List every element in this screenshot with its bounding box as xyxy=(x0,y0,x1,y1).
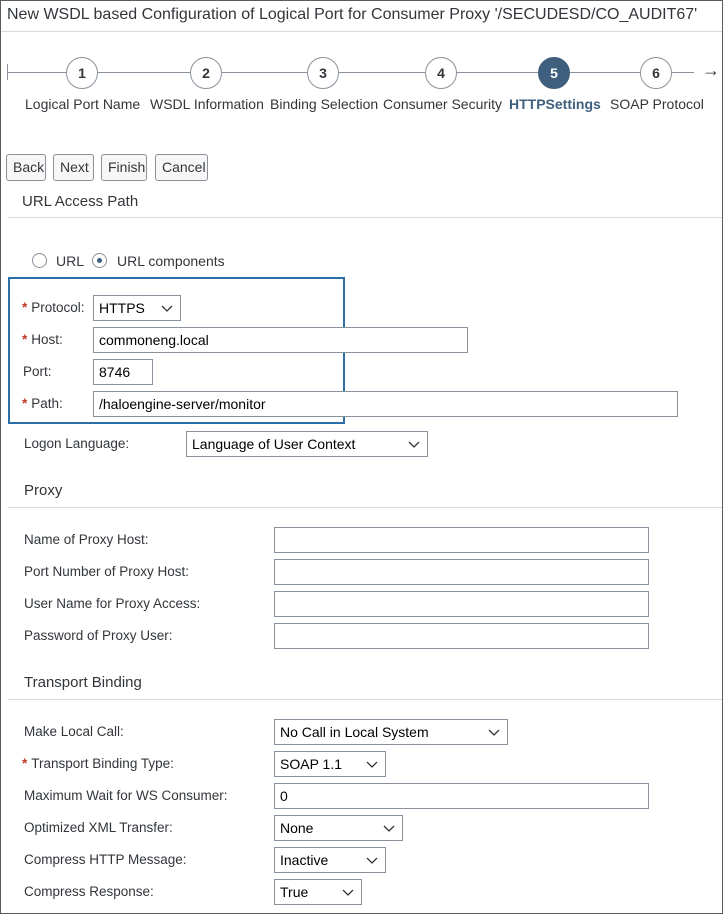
chevron-down-icon xyxy=(383,825,395,832)
compress-http-label: Compress HTTP Message: xyxy=(24,852,187,867)
radio-url-label[interactable]: URL xyxy=(56,253,84,269)
proxy-host-input[interactable] xyxy=(274,527,649,553)
window-title: New WSDL based Configuration of Logical … xyxy=(7,6,698,23)
required-marker: * xyxy=(22,300,28,315)
protocol-label: * Protocol: xyxy=(22,300,85,315)
protocol-label-text: Protocol: xyxy=(31,300,85,315)
roadmap-line xyxy=(339,72,425,73)
binding-type-label: * Transport Binding Type: xyxy=(22,756,174,771)
title-divider xyxy=(1,31,722,32)
proxy-port-input[interactable] xyxy=(274,559,649,585)
wizard-step-5[interactable]: 5 xyxy=(538,57,570,89)
logon-language-label: Logon Language: xyxy=(24,436,130,451)
chevron-down-icon xyxy=(342,889,354,896)
radio-url-components-label[interactable]: URL components xyxy=(117,253,225,269)
compress-http-value: Inactive xyxy=(280,852,329,868)
chevron-down-icon xyxy=(366,761,378,768)
host-label: * Host: xyxy=(22,332,63,347)
max-wait-input[interactable]: 0 xyxy=(274,783,649,809)
radio-url-components[interactable] xyxy=(92,253,107,268)
compress-response-select[interactable]: True xyxy=(274,879,362,905)
wizard-step-2[interactable]: 2 xyxy=(190,57,222,89)
wizard-step-2-label[interactable]: WSDL Information xyxy=(150,96,264,112)
wizard-step-1-label[interactable]: Logical Port Name xyxy=(25,96,140,112)
url-access-section-title: URL Access Path xyxy=(22,193,139,210)
proxy-section-title: Proxy xyxy=(24,482,63,499)
back-button[interactable]: Back xyxy=(6,154,46,181)
wizard-step-5-label[interactable]: HTTPSettings xyxy=(509,96,601,112)
binding-type-value: SOAP 1.1 xyxy=(280,756,343,772)
proxy-port-label: Port Number of Proxy Host: xyxy=(24,564,190,579)
wizard-step-1[interactable]: 1 xyxy=(66,57,98,89)
xml-transfer-select[interactable]: None xyxy=(274,815,403,841)
logon-language-select[interactable]: Language of User Context xyxy=(186,431,428,457)
local-call-label: Make Local Call: xyxy=(24,724,124,739)
roadmap-line xyxy=(222,72,307,73)
roadmap-line xyxy=(98,72,191,73)
port-label: Port: xyxy=(23,364,52,379)
radio-url[interactable] xyxy=(32,253,47,268)
logon-language-value: Language of User Context xyxy=(192,436,356,452)
protocol-select-value: HTTPS xyxy=(99,300,145,316)
roadmap-line xyxy=(457,72,538,73)
host-label-text: Host: xyxy=(31,332,63,347)
xml-transfer-value: None xyxy=(280,820,314,836)
port-input[interactable]: 8746 xyxy=(93,359,153,385)
wizard-step-6-label[interactable]: SOAP Protocol xyxy=(610,96,704,112)
proxy-user-label: User Name for Proxy Access: xyxy=(24,596,201,611)
proxy-password-input[interactable] xyxy=(274,623,649,649)
wizard-step-3-label[interactable]: Binding Selection xyxy=(270,96,378,112)
path-label-text: Path: xyxy=(31,396,63,411)
chevron-down-icon xyxy=(366,857,378,864)
compress-response-value: True xyxy=(280,884,309,900)
local-call-select[interactable]: No Call in Local System xyxy=(274,719,508,745)
transport-section-title: Transport Binding xyxy=(24,674,142,691)
roadmap-line xyxy=(570,72,640,73)
binding-type-label-text: Transport Binding Type: xyxy=(31,756,174,771)
path-input[interactable]: /haloengine-server/monitor xyxy=(93,391,678,417)
section-divider xyxy=(8,217,722,218)
required-marker: * xyxy=(22,756,28,771)
section-divider xyxy=(8,507,722,508)
chevron-down-icon xyxy=(488,729,500,736)
compress-http-select[interactable]: Inactive xyxy=(274,847,386,873)
wizard-step-3[interactable]: 3 xyxy=(307,57,339,89)
wizard-step-6[interactable]: 6 xyxy=(640,57,672,89)
binding-type-select[interactable]: SOAP 1.1 xyxy=(274,751,386,777)
protocol-select[interactable]: HTTPS xyxy=(93,295,181,321)
compress-response-label: Compress Response: xyxy=(24,884,154,899)
max-wait-label: Maximum Wait for WS Consumer: xyxy=(24,788,228,803)
roadmap-arrow-icon[interactable]: → xyxy=(702,60,720,81)
wizard-step-4-label[interactable]: Consumer Security xyxy=(383,96,502,112)
chevron-down-icon xyxy=(161,305,173,312)
finish-button[interactable]: Finish xyxy=(101,154,147,181)
roadmap-line xyxy=(672,72,694,73)
proxy-user-input[interactable] xyxy=(274,591,649,617)
path-label: * Path: xyxy=(22,396,63,411)
wizard-step-4[interactable]: 4 xyxy=(425,57,457,89)
section-divider xyxy=(8,699,722,700)
cancel-button[interactable]: Cancel xyxy=(155,154,208,181)
host-input[interactable]: commoneng.local xyxy=(93,327,468,353)
required-marker: * xyxy=(22,332,28,347)
proxy-password-label: Password of Proxy User: xyxy=(24,628,173,643)
xml-transfer-label: Optimized XML Transfer: xyxy=(24,820,173,835)
chevron-down-icon xyxy=(408,441,420,448)
proxy-host-label: Name of Proxy Host: xyxy=(24,532,149,547)
next-button[interactable]: Next xyxy=(53,154,94,181)
roadmap-line xyxy=(7,72,67,73)
required-marker: * xyxy=(22,396,28,411)
local-call-value: No Call in Local System xyxy=(280,724,429,740)
